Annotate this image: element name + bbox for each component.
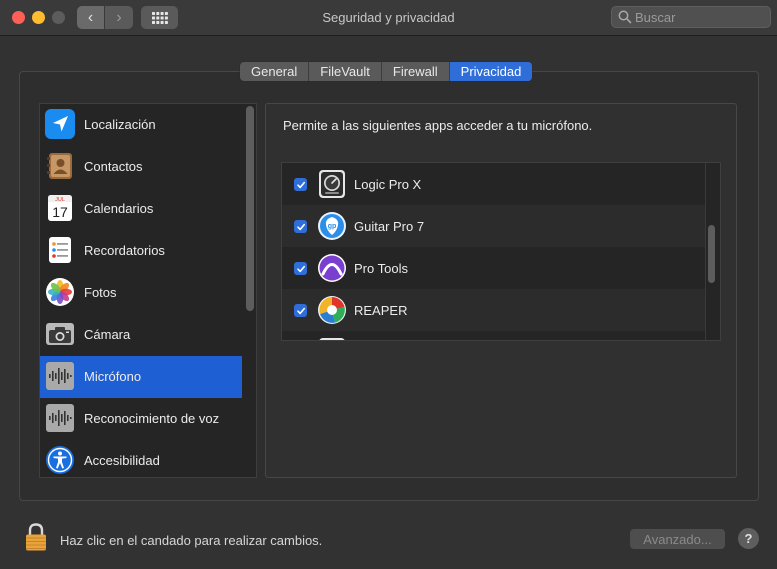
camera-icon [46, 323, 74, 345]
app-row-partial [282, 331, 705, 340]
app-icon [319, 338, 345, 340]
sidebar-item-reconocimiento-de-voz[interactable]: Reconocimiento de voz [40, 398, 242, 440]
sidebar-item-recordatorios[interactable]: Recordatorios [40, 230, 242, 272]
app-list-divider [705, 163, 706, 340]
search-field[interactable]: Buscar [611, 6, 771, 28]
guitar-pro-icon: gp [318, 212, 346, 240]
sidebar-item-calendarios[interactable]: JUL 17 Calendarios [40, 188, 242, 230]
sidebar-item-accesibilidad[interactable]: Accesibilidad [40, 440, 242, 477]
advanced-button[interactable]: Avanzado... [630, 529, 725, 549]
app-checkbox[interactable] [294, 178, 307, 191]
sidebar-item-label: Accesibilidad [84, 453, 160, 468]
accessibility-icon [46, 446, 74, 474]
microphone-icon [46, 362, 74, 390]
sidebar-item-localizacion[interactable]: Localización [40, 104, 242, 146]
app-label: REAPER [354, 303, 408, 318]
reminders-icon [49, 237, 71, 263]
sidebar-scrollbar[interactable] [246, 106, 254, 311]
app-label: Guitar Pro 7 [354, 219, 425, 234]
sidebar-item-label: Localización [84, 117, 156, 132]
logic-pro-icon [319, 170, 345, 198]
app-checkbox[interactable] [294, 262, 307, 275]
tab-firewall[interactable]: Firewall [382, 62, 450, 81]
lock-message: Haz clic en el candado para realizar cam… [60, 533, 323, 548]
sidebar-item-label: Reconocimiento de voz [84, 411, 220, 426]
help-button[interactable]: ? [738, 528, 759, 549]
tab-filevault[interactable]: FileVault [309, 62, 382, 81]
search-icon [618, 10, 632, 24]
location-icon [45, 109, 75, 139]
app-label: Logic Pro X [354, 177, 422, 192]
checkmark-icon [296, 307, 305, 314]
reaper-icon [318, 296, 346, 324]
sidebar-item-label: Recordatorios [84, 243, 165, 258]
tab-general[interactable]: General [240, 62, 310, 81]
guitar-pro-icon-text: gp [328, 223, 337, 230]
sidebar-item-label: Micrófono [84, 369, 142, 384]
app-list[interactable]: Logic Pro X gp Guitar Pro 7 Pro Tools RE… [281, 162, 721, 341]
sidebar-item-camara[interactable]: Cámara [40, 314, 242, 356]
sidebar-item-contactos[interactable]: Contactos [40, 146, 242, 188]
app-checkbox[interactable] [294, 220, 307, 233]
privacy-category-list[interactable]: Localización Contactos JUL 17 Calendario… [39, 103, 257, 478]
speech-recognition-icon [46, 404, 74, 432]
checkmark-icon [296, 223, 305, 230]
app-row-pro-tools: Pro Tools [282, 247, 705, 289]
sidebar-item-label: Calendarios [84, 201, 154, 216]
calendar-month: JUL [55, 197, 65, 203]
calendar-icon: JUL 17 [48, 195, 72, 221]
tab-privacidad[interactable]: Privacidad [449, 62, 533, 81]
sidebar-item-label: Fotos [84, 285, 117, 300]
calendar-day: 17 [52, 204, 68, 220]
tab-bar: General FileVault Firewall Privacidad [240, 62, 533, 81]
app-row-reaper: REAPER [282, 289, 705, 331]
app-checkbox[interactable] [294, 304, 307, 317]
contacts-icon [47, 153, 72, 179]
photos-icon [46, 278, 74, 306]
checkmark-icon [296, 265, 305, 272]
sidebar-item-label: Contactos [84, 159, 143, 174]
app-row-logic-pro-x: Logic Pro X [282, 163, 705, 205]
app-label: Pro Tools [354, 261, 408, 276]
app-row-guitar-pro-7: gp Guitar Pro 7 [282, 205, 705, 247]
search-placeholder: Buscar [635, 10, 676, 25]
sidebar-item-label: Cámara [84, 327, 131, 342]
sidebar-item-fotos[interactable]: Fotos [40, 272, 242, 314]
app-list-scrollbar[interactable] [708, 225, 715, 283]
sidebar-item-microfono[interactable]: Micrófono [40, 356, 242, 398]
lock-icon[interactable] [24, 522, 48, 552]
panel-description: Permite a las siguientes apps acceder a … [283, 118, 593, 133]
checkmark-icon [296, 181, 305, 188]
title-bar: ‹ › Seguridad y privacidad Buscar [0, 0, 777, 36]
pro-tools-icon [318, 254, 346, 282]
